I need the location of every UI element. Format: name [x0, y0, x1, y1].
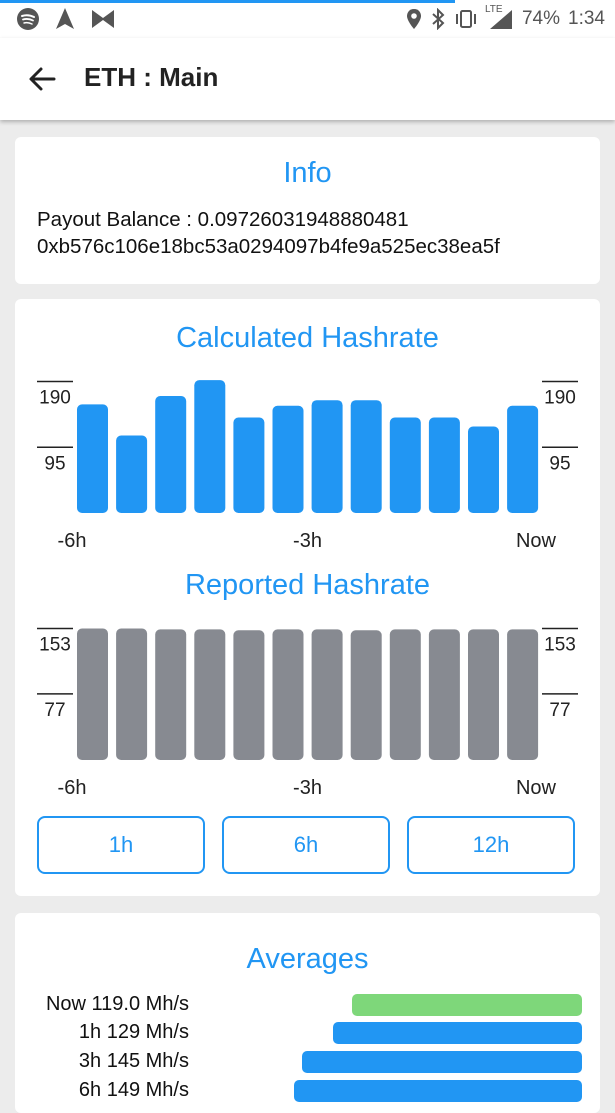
location-icon	[406, 9, 421, 29]
calculated-hashrate-bar	[428, 417, 460, 513]
vibrate-icon	[455, 10, 476, 28]
download-progress-line	[0, 0, 455, 3]
calculated-hashrate-bar	[233, 417, 265, 513]
wallet-address: 0xb576c106e18bc53a0294097b4fe9a525ec38ea…	[37, 235, 500, 258]
battery-percent: 74%	[521, 8, 561, 29]
average-bar-1h	[333, 1022, 582, 1044]
calculated-hashrate-ytick-left: 95	[44, 453, 65, 474]
reported-hashrate-ytick-left: 77	[44, 700, 65, 721]
average-bar-3h	[302, 1051, 582, 1073]
average-label-Now: Now 119.0 Mh/s	[45, 993, 189, 1015]
hashrate-card: Calculated Hashrate 95 95 190 190 -6h -3h Now R…	[15, 299, 600, 896]
app-icon	[92, 10, 114, 28]
reported-hashrate-bar	[155, 629, 187, 760]
network-type: LTE	[484, 4, 503, 15]
bluetooth-icon	[432, 8, 445, 30]
calculated-hashrate-ytick-right: 95	[549, 453, 570, 474]
reported-hashrate-bar	[389, 629, 421, 760]
calculated-hashrate-bar	[272, 405, 304, 513]
reported-hashrate-ytick-right: 153	[544, 635, 576, 656]
reported-hashrate-bar	[311, 629, 343, 760]
system-status-icons: LTE 74% 1:34	[406, 4, 605, 32]
reported-hashrate-title: Reported Hashrate	[185, 569, 430, 601]
payout-balance: Payout Balance : 0.09726031948880481	[37, 208, 409, 231]
back-arrow-icon[interactable]	[24, 60, 62, 98]
average-label-1h: 1h 129 Mh/s	[78, 1021, 189, 1043]
range-12h-button[interactable]: 12h	[407, 816, 575, 874]
reported-hashrate-xtick: Now	[516, 777, 557, 799]
reported-hashrate-xtick: -3h	[293, 777, 322, 799]
reported-hashrate-chart: Reported Hashrate 77 77 153 153 -6h -3h Now	[37, 569, 578, 799]
navigation-icon	[56, 8, 74, 29]
reported-hashrate-ytick-right: 77	[549, 700, 570, 721]
reported-hashrate-ytick-left: 153	[39, 635, 71, 656]
calculated-hashrate-bar	[468, 426, 499, 513]
calculated-hashrate-ytick-left: 190	[39, 388, 71, 409]
page-title: ETH : Main	[84, 62, 219, 92]
calculated-hashrate-title: Calculated Hashrate	[176, 322, 439, 354]
reported-hashrate-bar	[350, 630, 382, 760]
range-1h-button[interactable]: 1h	[37, 816, 205, 874]
status-bar: LTE 74% 1:34	[0, 0, 615, 38]
reported-hashrate-bar	[428, 629, 460, 760]
reported-hashrate-bar	[77, 628, 108, 760]
averages-card: Averages Now 119.0 Mh/s 1h 129 Mh/s 3h 145…	[15, 913, 600, 1113]
average-bar-Now	[352, 994, 582, 1016]
calculated-hashrate-bar	[311, 400, 343, 513]
calculated-hashrate-bar	[350, 400, 382, 513]
calculated-hashrate-ytick-right: 190	[544, 388, 576, 409]
calculated-hashrate-bar	[389, 417, 421, 513]
calculated-hashrate-bar	[155, 396, 187, 513]
calculated-hashrate-chart: Calculated Hashrate95 95190 190-6h -3h Now	[37, 322, 578, 552]
reported-hashrate-bar	[116, 628, 148, 760]
calculated-hashrate-bar	[77, 404, 108, 513]
calculated-hashrate-bar	[116, 435, 148, 513]
reported-hashrate-bar	[194, 629, 226, 760]
info-title: Info	[283, 157, 332, 189]
calculated-hashrate-bar	[507, 405, 539, 513]
average-label-3h: 3h 145 Mh/s	[78, 1050, 189, 1072]
spotify-icon	[17, 8, 39, 30]
averages-title: Averages	[246, 943, 369, 975]
reported-hashrate-bar	[272, 629, 304, 760]
reported-hashrate-bar	[233, 630, 265, 760]
reported-hashrate-bar	[468, 629, 499, 760]
range-6h-button[interactable]: 6h	[222, 816, 390, 874]
clock: 1:34	[568, 8, 605, 29]
average-bar-6h	[294, 1080, 582, 1102]
app-bar: ETH : Main	[0, 38, 615, 120]
notification-icons	[16, 7, 116, 31]
average-label-6h: 6h 149 Mh/s	[78, 1079, 189, 1101]
reported-hashrate-bar	[507, 629, 539, 760]
info-card: Info Payout Balance : 0.0972603194888048…	[15, 137, 600, 284]
calculated-hashrate-bar	[194, 380, 226, 513]
signal-icon: LTE	[485, 4, 514, 30]
reported-hashrate-xtick: -6h	[58, 777, 87, 799]
